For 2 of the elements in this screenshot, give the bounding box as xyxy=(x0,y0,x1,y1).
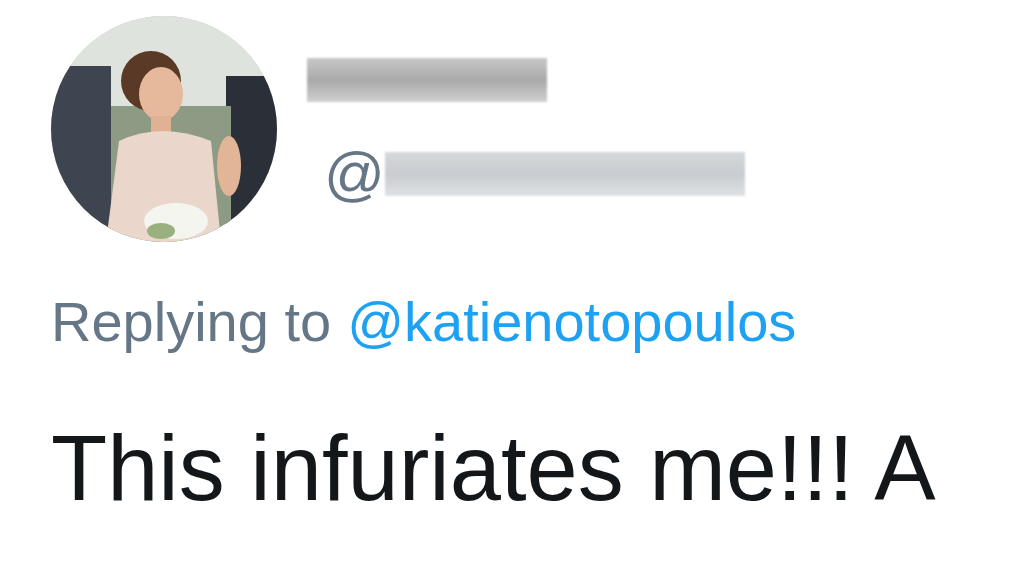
handle-prefix: @ xyxy=(324,144,385,204)
tweet-text: This infuriates me!!! A xyxy=(51,417,936,519)
